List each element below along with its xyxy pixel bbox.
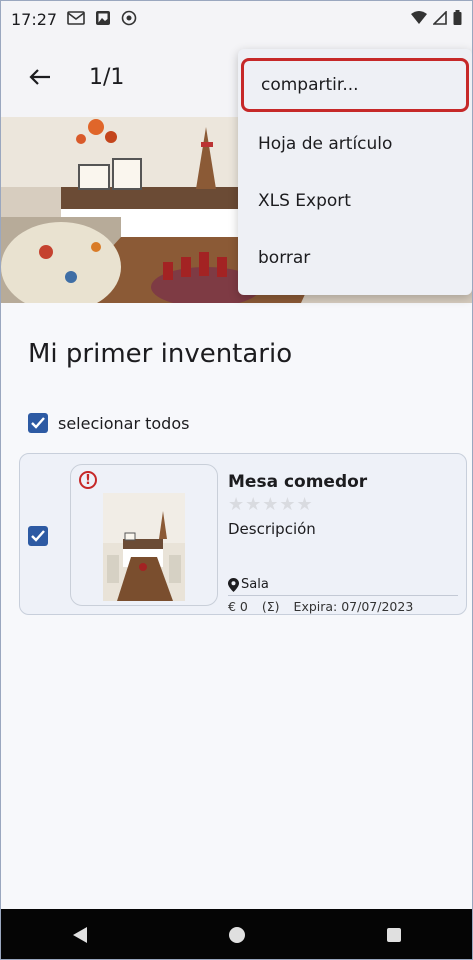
item-photo	[103, 493, 185, 601]
status-left: 17:27	[11, 10, 137, 29]
nav-recents-button[interactable]	[374, 915, 414, 955]
location-row: Sala	[228, 577, 269, 592]
item-name: Mesa comedor	[228, 472, 368, 492]
sum-label: (Σ)	[261, 599, 280, 614]
circle-home-icon	[228, 927, 245, 943]
nav-back-button[interactable]	[60, 915, 100, 955]
menu-item-xls-export[interactable]: XLS Export	[238, 173, 472, 229]
back-button[interactable]	[19, 56, 61, 98]
status-right	[411, 9, 462, 28]
nav-home-button[interactable]	[217, 915, 257, 955]
select-all-row[interactable]: selecionar todos	[28, 413, 189, 433]
page-counter: 1/1	[89, 64, 125, 90]
inventory-title: Mi primer inventario	[28, 339, 293, 369]
overflow-menu: compartir... Hoja de artículo XLS Export…	[238, 49, 472, 295]
select-all-label: selecionar todos	[58, 413, 190, 433]
location-pin-icon	[228, 577, 239, 592]
menu-item-delete[interactable]: borrar	[238, 230, 472, 286]
square-recents-icon	[386, 928, 401, 942]
price-label: € 0	[228, 599, 248, 614]
menu-item-share[interactable]: compartir...	[241, 58, 469, 112]
navigation-bar	[1, 909, 472, 959]
sync-icon	[121, 10, 137, 29]
alert-icon: !	[79, 471, 97, 489]
divider	[228, 595, 458, 596]
item-meta: € 0 (Σ) Expira: 07/07/2023	[228, 599, 413, 614]
item-checkbox[interactable]	[28, 526, 48, 546]
signal-icon	[432, 9, 447, 28]
location-label: Sala	[241, 577, 269, 592]
select-all-checkbox[interactable]	[28, 413, 48, 433]
battery-icon	[453, 10, 462, 28]
arrow-left-icon	[29, 69, 50, 85]
item-description: Descripción	[228, 520, 316, 538]
triangle-back-icon	[72, 927, 87, 943]
item-card[interactable]: ! Mesa comedor ★★★★★ Descripción Sala € …	[19, 453, 467, 615]
expiry-label: Expira: 07/07/2023	[293, 599, 414, 614]
wifi-icon	[411, 10, 427, 28]
screen: 17:27 1/1 Mi primer inventario seleciona…	[0, 0, 473, 960]
menu-item-article-sheet[interactable]: Hoja de artículo	[238, 116, 472, 172]
gmail-icon	[67, 10, 85, 28]
status-bar: 17:27	[1, 1, 472, 37]
status-time: 17:27	[11, 9, 58, 29]
photo-icon	[95, 10, 111, 29]
item-thumbnail[interactable]: !	[70, 464, 218, 606]
check-icon	[31, 530, 45, 542]
check-icon	[31, 417, 45, 429]
rating-stars[interactable]: ★★★★★	[228, 494, 314, 515]
